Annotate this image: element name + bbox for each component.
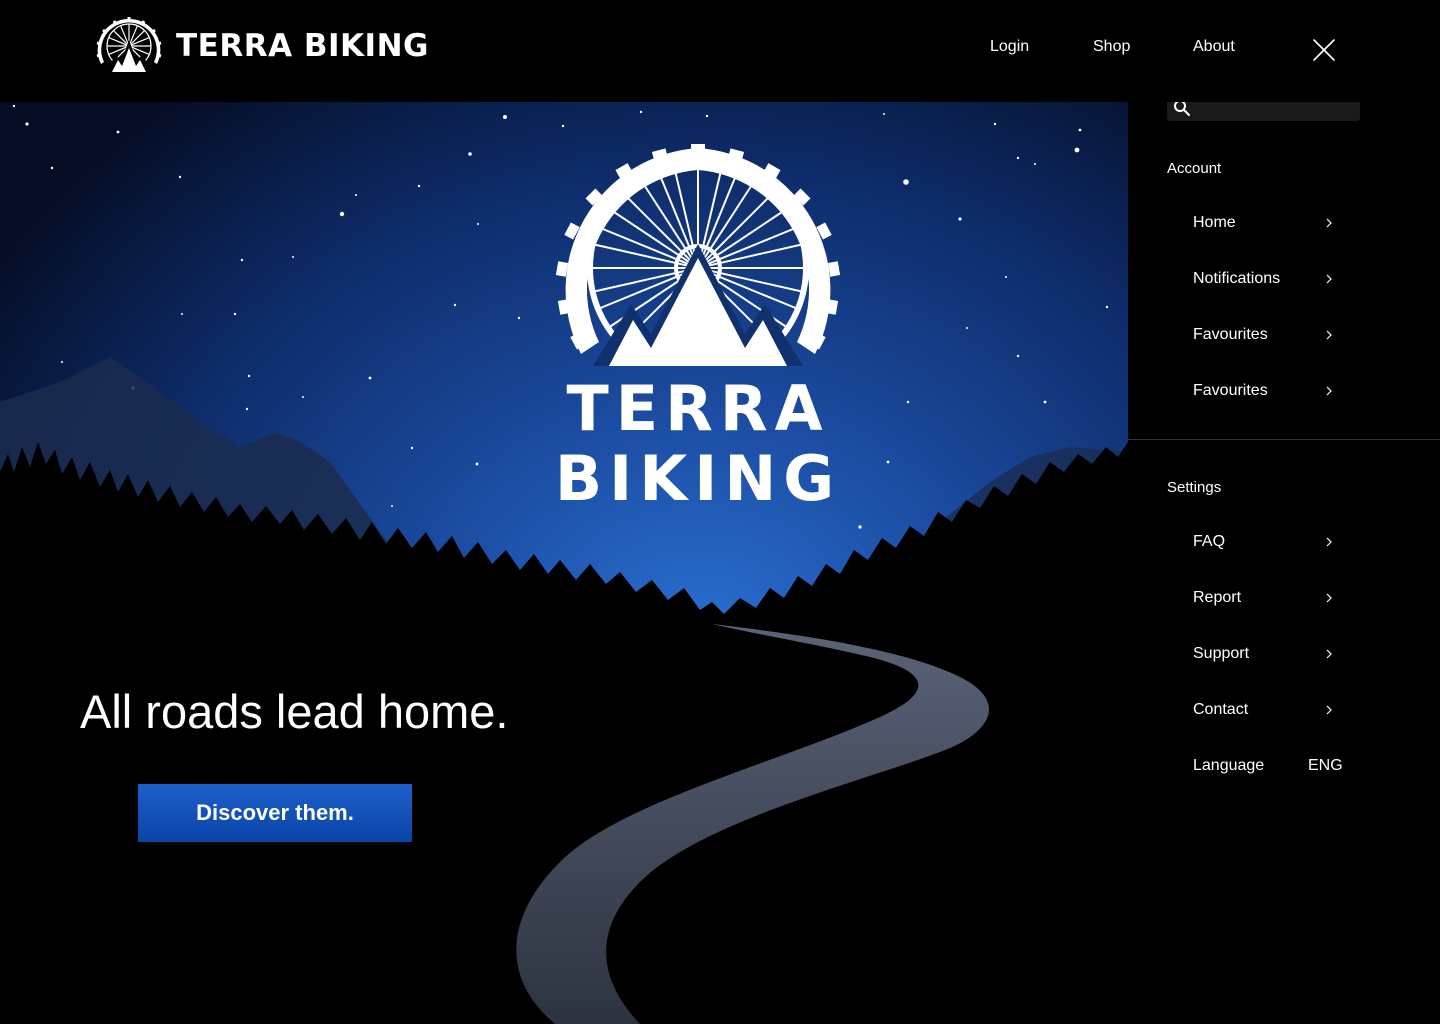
menu-item-label: Report xyxy=(1193,589,1242,606)
menu-item-label: Contact xyxy=(1193,701,1249,718)
brand-logo-link[interactable]: TERRA BIKING xyxy=(92,16,429,76)
menu-item-report[interactable]: Report xyxy=(1193,587,1333,611)
brand-name: TERRA BIKING xyxy=(176,28,429,64)
menu-item-support[interactable]: Support xyxy=(1193,643,1333,667)
wheel-mountain-logo-icon xyxy=(92,16,166,76)
menu-item-label: Support xyxy=(1193,645,1250,662)
chevron-right-icon xyxy=(1325,649,1333,659)
menu-item-label: Favourites xyxy=(1193,382,1268,399)
menu-item-label: Favourites xyxy=(1193,326,1268,343)
menu-item-favourites-2[interactable]: Favourites xyxy=(1193,380,1333,404)
nav-login-link[interactable]: Login xyxy=(990,38,1029,56)
language-value: ENG xyxy=(1308,757,1343,774)
menu-item-label: Notifications xyxy=(1193,270,1281,287)
hero-wheel-logo-icon xyxy=(553,144,843,366)
menu-divider xyxy=(1128,439,1440,440)
hero-brand-line1: TERRA xyxy=(566,372,830,445)
settings-section-title: Settings xyxy=(1167,479,1222,496)
nav-shop-link[interactable]: Shop xyxy=(1093,38,1130,56)
menu-item-contact[interactable]: Contact xyxy=(1193,699,1333,723)
chevron-right-icon xyxy=(1325,218,1333,228)
discover-button[interactable]: Discover them. xyxy=(138,784,412,842)
hero-section: TERRA BIKING All roads lead home. Discov… xyxy=(0,102,1128,1024)
chevron-right-icon xyxy=(1325,537,1333,547)
site-header: TERRA BIKING Login Shop About xyxy=(0,0,1440,102)
menu-item-favourites[interactable]: Favourites xyxy=(1193,324,1333,348)
chevron-right-icon xyxy=(1325,705,1333,715)
chevron-right-icon xyxy=(1325,593,1333,603)
nav-about-link[interactable]: About xyxy=(1193,38,1235,56)
hero-brand-line2: BIKING xyxy=(554,442,842,515)
chevron-right-icon xyxy=(1325,386,1333,396)
menu-item-label: FAQ xyxy=(1193,533,1226,550)
side-menu-panel: Account Home Notifications Favourites Fa… xyxy=(1128,94,1440,1024)
close-icon xyxy=(1310,36,1338,64)
language-label: Language xyxy=(1193,757,1265,774)
menu-item-notifications[interactable]: Notifications xyxy=(1193,268,1333,292)
hero-tagline: All roads lead home. xyxy=(80,685,509,738)
menu-item-home[interactable]: Home xyxy=(1193,212,1333,236)
language-selector[interactable]: Language ENG xyxy=(1193,755,1353,779)
account-section-title: Account xyxy=(1167,160,1222,177)
menu-item-faq[interactable]: FAQ xyxy=(1193,531,1333,555)
hero-brand-title: TERRA BIKING xyxy=(540,374,856,514)
chevron-right-icon xyxy=(1325,274,1333,284)
menu-item-label: Home xyxy=(1193,214,1236,231)
close-menu-button[interactable] xyxy=(1310,36,1338,64)
chevron-right-icon xyxy=(1325,330,1333,340)
